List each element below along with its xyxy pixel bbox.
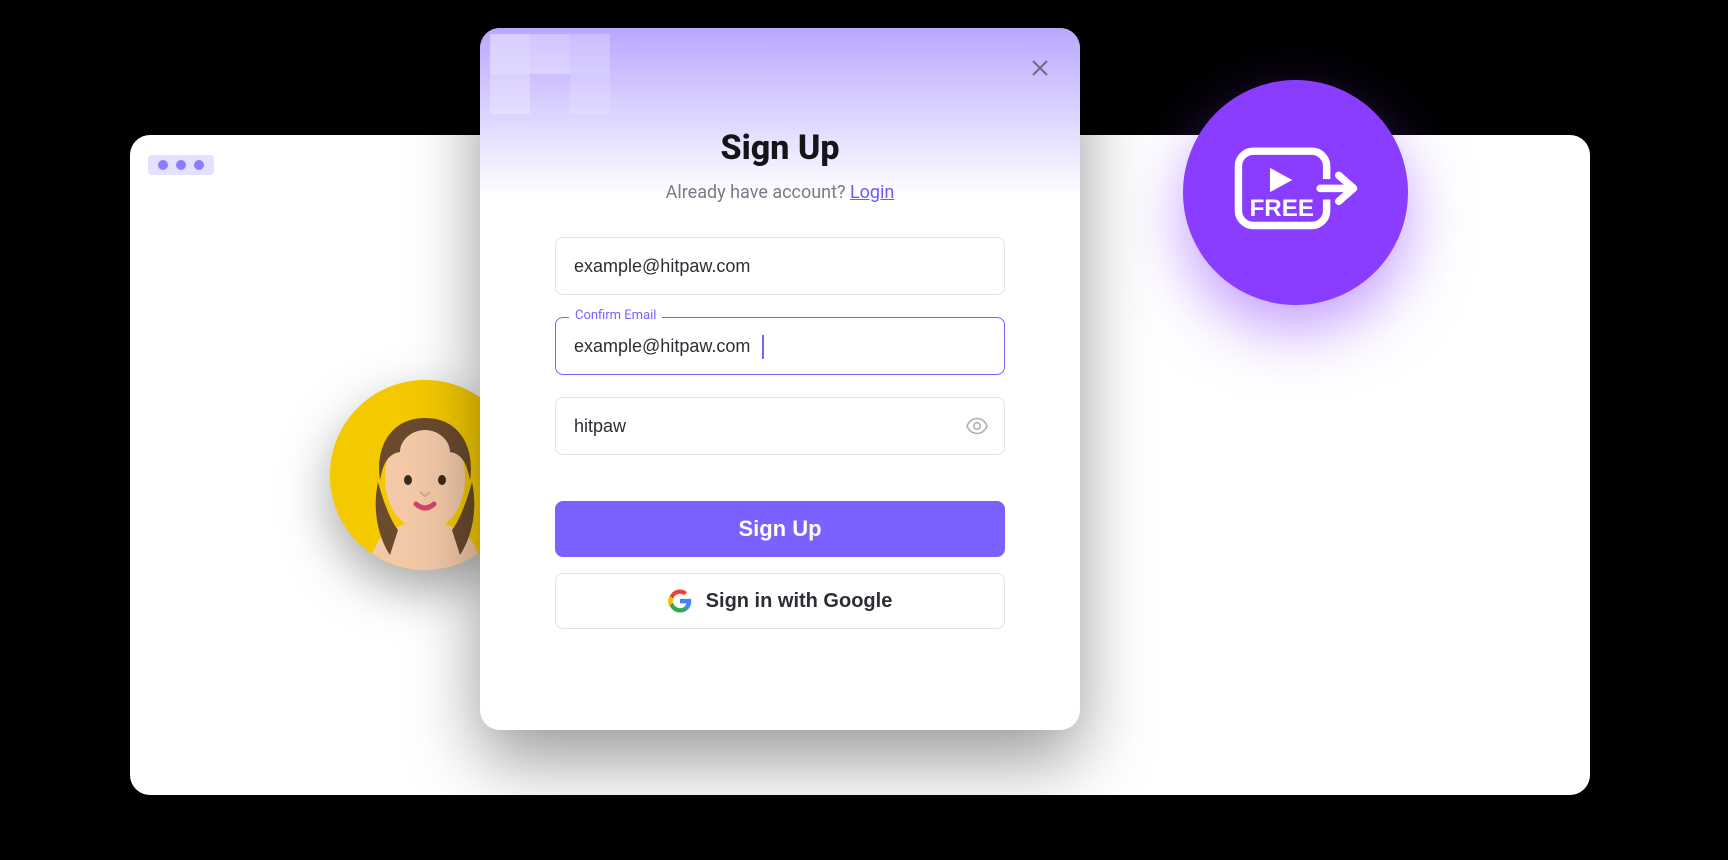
- dot-icon: [176, 160, 186, 170]
- already-have-account: Already have account? Login: [666, 182, 895, 203]
- signup-button[interactable]: Sign Up: [555, 501, 1005, 557]
- login-link[interactable]: Login: [850, 182, 894, 203]
- text-caret: [762, 335, 764, 359]
- window-traffic-lights: [148, 155, 214, 175]
- confirm-email-label: Confirm Email: [569, 308, 662, 323]
- dot-icon: [194, 160, 204, 170]
- already-text: Already have account?: [666, 182, 850, 203]
- export-free-icon: FREE: [1231, 138, 1361, 248]
- google-signin-label: Sign in with Google: [706, 590, 893, 613]
- google-icon: [668, 589, 692, 613]
- password-field-wrapper: [555, 397, 1005, 455]
- dot-icon: [158, 160, 168, 170]
- confirm-email-field-wrapper: Confirm Email: [555, 317, 1005, 375]
- free-badge: FREE: [1183, 80, 1408, 305]
- modal-title: Sign Up: [720, 128, 839, 168]
- password-field[interactable]: [555, 397, 1005, 455]
- email-field[interactable]: [555, 237, 1005, 295]
- free-badge-text: FREE: [1249, 195, 1313, 222]
- signup-modal: Sign Up Already have account? Login Conf…: [480, 28, 1080, 730]
- email-field-wrapper: [555, 237, 1005, 295]
- toggle-password-visibility-button[interactable]: [963, 412, 991, 440]
- eye-icon: [965, 414, 989, 438]
- google-signin-button[interactable]: Sign in with Google: [555, 573, 1005, 629]
- confirm-email-field[interactable]: [555, 317, 1005, 375]
